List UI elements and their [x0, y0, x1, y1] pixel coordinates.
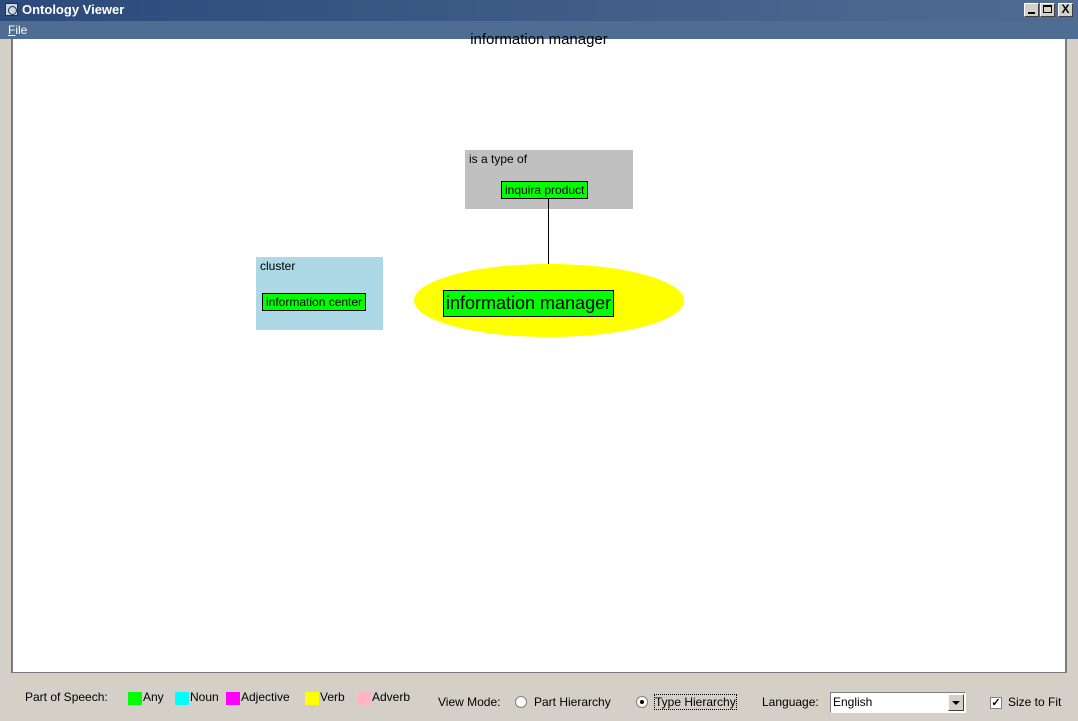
maximize-button[interactable]	[1040, 3, 1055, 17]
part-hierarchy-radio[interactable]	[515, 696, 527, 708]
node-information-center[interactable]: information center	[262, 293, 367, 311]
language-select[interactable]: English	[830, 692, 966, 713]
type-of-connector-line	[548, 199, 549, 265]
close-button[interactable]: X	[1058, 2, 1073, 17]
chevron-down-icon[interactable]	[948, 694, 964, 711]
center-node-information-manager[interactable]: information manager	[443, 290, 615, 317]
legend-any-swatch	[128, 692, 142, 705]
title-bar[interactable]: Ontology Viewer X	[0, 0, 1078, 21]
language-value: English	[833, 695, 873, 709]
legend-noun-label: Noun	[190, 690, 219, 704]
legend-verb-label: Verb	[320, 690, 345, 704]
type-hierarchy-label[interactable]: Type Hierarchy	[654, 694, 737, 710]
size-to-fit-label[interactable]: Size to Fit	[1008, 695, 1061, 709]
close-icon: X	[1061, 2, 1070, 16]
legend-any-label: Any	[143, 690, 164, 704]
language-label: Language:	[762, 695, 819, 709]
cluster-group-label: cluster	[260, 259, 296, 273]
minimize-button[interactable]	[1024, 3, 1039, 17]
node-inquira-product[interactable]: inquira product	[501, 181, 589, 199]
minimize-icon	[1028, 12, 1035, 14]
graph-title: information manager	[470, 31, 608, 48]
maximize-icon	[1043, 5, 1052, 13]
legend-adverb-label: Adverb	[372, 690, 411, 704]
type-hierarchy-radio[interactable]	[636, 696, 648, 708]
part-of-speech-label: Part of Speech:	[25, 690, 108, 704]
legend-adjective-swatch	[226, 692, 240, 705]
type-of-group-label: is a type of	[469, 152, 528, 166]
view-mode-label: View Mode:	[438, 695, 501, 709]
type-of-group: is a type of	[465, 150, 633, 209]
control-bar: Part of Speech: Any Noun Adjective Verb …	[0, 680, 1078, 721]
legend-adverb-swatch	[357, 692, 371, 705]
part-hierarchy-label[interactable]: Part Hierarchy	[534, 695, 611, 709]
legend-adjective-label: Adjective	[241, 690, 290, 704]
size-to-fit-checkbox[interactable]: ✓	[990, 697, 1002, 709]
graph-canvas[interactable]	[11, 39, 1067, 673]
window-title: Ontology Viewer	[22, 2, 125, 17]
app-icon[interactable]	[5, 3, 18, 16]
legend-noun-swatch	[175, 692, 189, 705]
legend-verb-swatch	[305, 692, 319, 705]
